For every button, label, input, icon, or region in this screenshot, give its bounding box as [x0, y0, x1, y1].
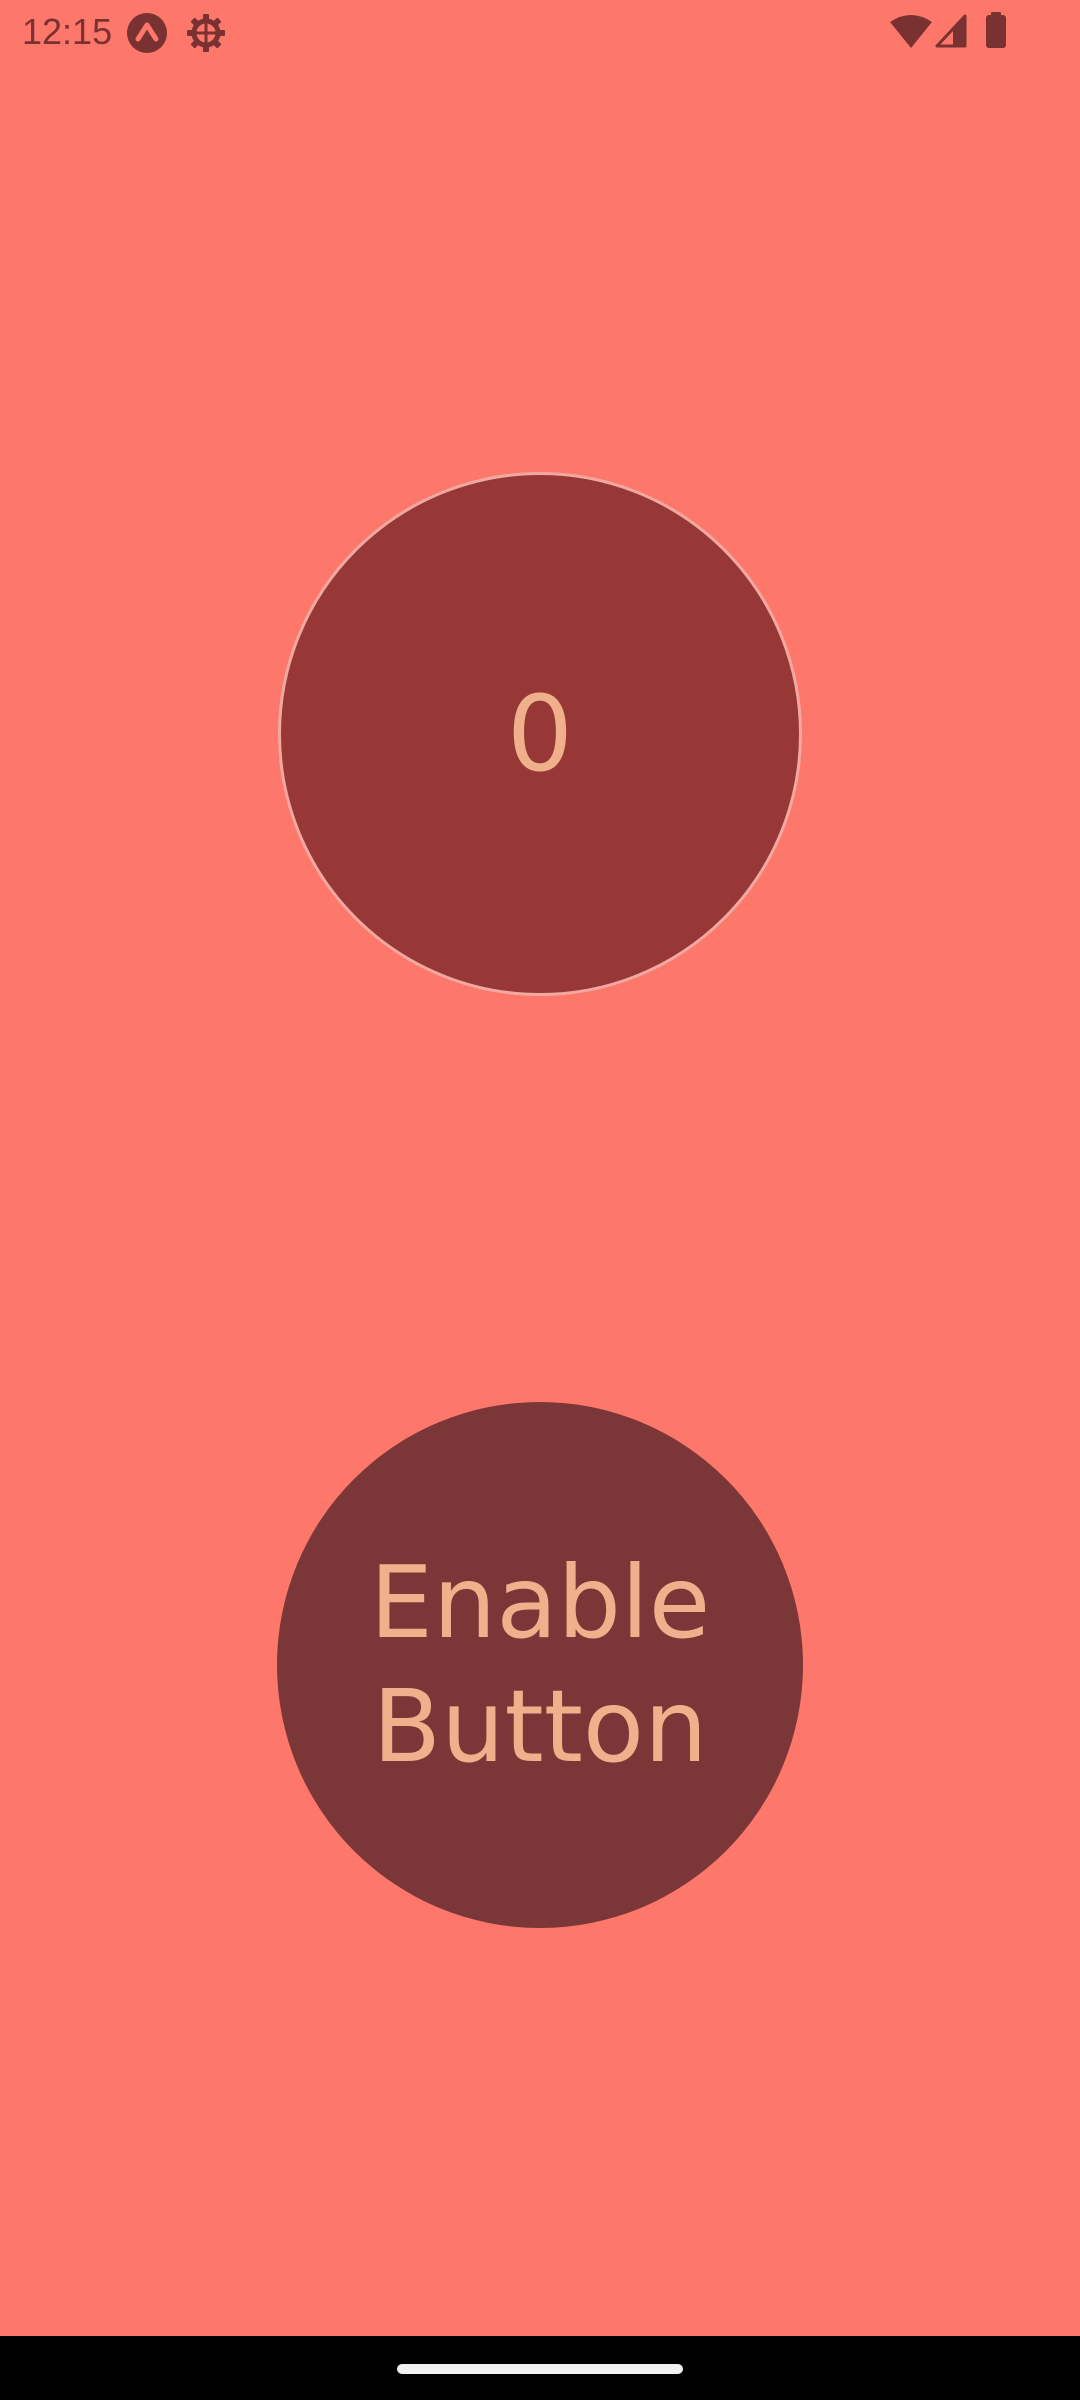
- status-time: 12:15: [22, 11, 113, 52]
- counter-value: 0: [506, 673, 574, 795]
- gesture-nav-handle[interactable]: [397, 2364, 683, 2374]
- enable-button[interactable]: Enable Button: [277, 1402, 803, 1928]
- counter-display: 0: [278, 472, 802, 996]
- enable-button-label: Enable Button: [369, 1544, 711, 1785]
- navigation-bar: [0, 2336, 1080, 2400]
- cell-signal-icon: [935, 14, 967, 48]
- status-bar: 12:15: [0, 0, 1080, 64]
- battery-icon: [986, 12, 1006, 48]
- settings-gear-icon: [187, 14, 225, 52]
- app-notification-icon: [127, 13, 167, 53]
- wifi-icon: [890, 15, 932, 48]
- app-screen: 12:15 0 Enable Button: [0, 0, 1080, 2336]
